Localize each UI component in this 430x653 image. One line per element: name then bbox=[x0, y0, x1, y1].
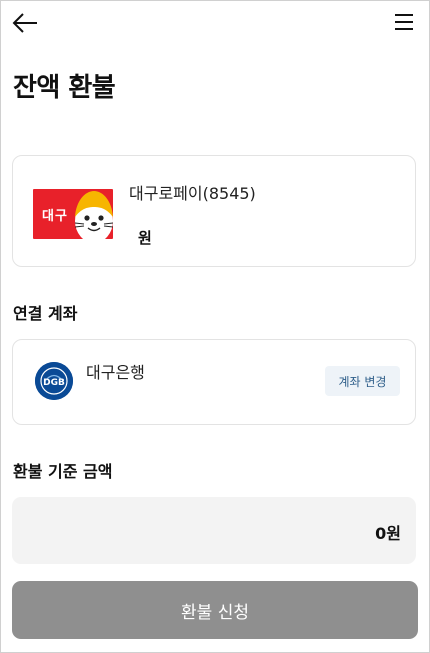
refund-request-button[interactable]: 환불 신청 bbox=[12, 581, 418, 639]
dgb-bank-logo: DGB bbox=[35, 362, 73, 400]
menu-button[interactable] bbox=[393, 12, 415, 32]
pay-logo-text: 대구 bbox=[42, 209, 68, 224]
pay-card: 대구 대구로페이(8545) 원 bbox=[12, 155, 416, 267]
pay-balance: 원 bbox=[138, 229, 152, 247]
pay-name: 대구로페이(8545) bbox=[129, 184, 256, 203]
arrow-left-icon bbox=[12, 13, 37, 33]
page-title: 잔액 환불 bbox=[13, 73, 116, 103]
refund-amount-label: 환불 기준 금액 bbox=[13, 462, 113, 481]
bank-logo-text: DGB bbox=[43, 378, 65, 388]
refund-amount-value: 0원 bbox=[375, 524, 401, 543]
app-screen: 잔액 환불 대구 대구로페이(8545) 원 연결 계좌 DGB 대구은행 계좌… bbox=[0, 0, 430, 653]
bank-name: 대구은행 bbox=[86, 363, 145, 382]
top-bar bbox=[1, 1, 429, 45]
daegu-pay-logo: 대구 bbox=[33, 189, 113, 239]
linked-account-label: 연결 계좌 bbox=[13, 304, 78, 323]
account-card: DGB 대구은행 계좌 변경 bbox=[12, 339, 416, 425]
bank-logo-icon: DGB bbox=[35, 362, 73, 400]
mascot-icon bbox=[74, 191, 113, 239]
hamburger-menu-icon bbox=[395, 14, 413, 30]
change-account-button[interactable]: 계좌 변경 bbox=[325, 366, 400, 396]
back-button[interactable] bbox=[11, 9, 39, 37]
refund-amount-box: 0원 bbox=[12, 497, 416, 564]
